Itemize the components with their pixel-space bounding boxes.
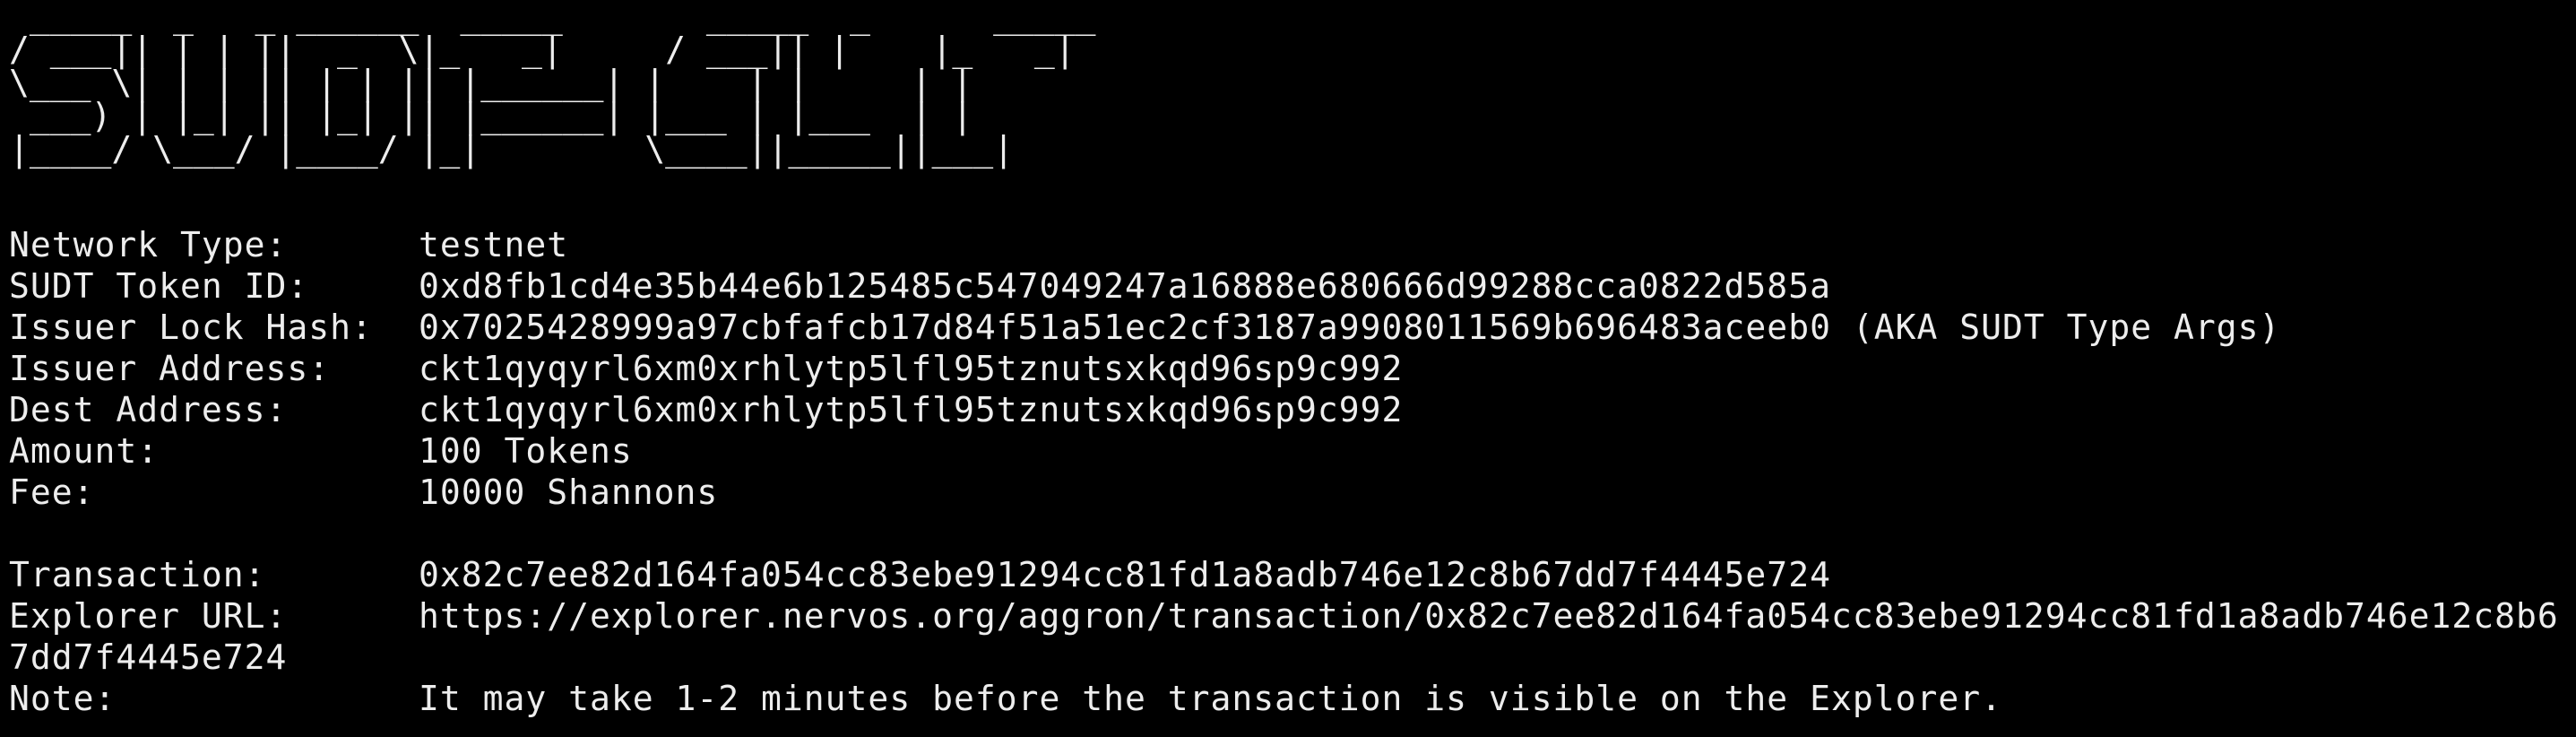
dest-address-value: ckt1qyqyrl6xm0xrhlytp5lfl95tznutsxkqd96s… bbox=[419, 390, 1404, 429]
transaction-hash-value[interactable]: 0x82c7ee82d164fa054cc83ebe91294cc81fd1a8… bbox=[419, 554, 2576, 595]
transaction-row: Transaction: 0x82c7ee82d164fa054cc83ebe9… bbox=[9, 554, 2576, 595]
fee-label: Fee: bbox=[9, 473, 95, 512]
issuer-address-label: Issuer Address: bbox=[9, 349, 331, 388]
network-type-row: Network Type: testnet bbox=[9, 224, 2576, 265]
explorer-url-link[interactable]: https://explorer.nervos.org/aggron/trans… bbox=[419, 595, 2576, 637]
sudt-token-id-row: SUDT Token ID: 0xd8fb1cd4e35b44e6b125485… bbox=[9, 265, 2576, 307]
note-label: Note: bbox=[9, 679, 117, 718]
explorer-url-continuation[interactable]: 7dd7f4445e724 bbox=[9, 637, 2576, 678]
note-value: It may take 1-2 minutes before the trans… bbox=[419, 679, 2002, 718]
transaction-label: Transaction: bbox=[9, 555, 266, 594]
issuer-lock-hash-value: 0x7025428999a97cbfafcb17d84f51a51ec2cf31… bbox=[419, 308, 2281, 347]
note-row: Note: It may take 1-2 minutes before the… bbox=[9, 678, 2576, 719]
explorer-url-label: Explorer URL: bbox=[9, 596, 288, 636]
sudt-cli-ascii-banner: _____ _ _ ______ _____ _____ _ _____ / _… bbox=[9, 0, 1096, 169]
amount-row: Amount: 100 Tokens bbox=[9, 430, 2576, 472]
amount-value: 100 Tokens bbox=[419, 431, 633, 471]
network-type-label: Network Type: bbox=[9, 225, 288, 264]
issuer-address-row: Issuer Address: ckt1qyqyrl6xm0xrhlytp5lf… bbox=[9, 348, 2576, 389]
issuer-address-value: ckt1qyqyrl6xm0xrhlytp5lfl95tznutsxkqd96s… bbox=[419, 349, 1404, 388]
amount-label: Amount: bbox=[9, 431, 160, 471]
transaction-summary: Network Type: testnet SUDT Token ID: 0xd… bbox=[9, 224, 2576, 719]
explorer-url-row: Explorer URL: https://explorer.nervos.or… bbox=[9, 595, 2576, 637]
terminal-window: _____ _ _ ______ _____ _____ _ _____ / _… bbox=[9, 0, 2572, 737]
issuer-lock-hash-label: Issuer Lock Hash: bbox=[9, 308, 373, 347]
sudt-token-id-label: SUDT Token ID: bbox=[9, 266, 309, 306]
sudt-token-id-value: 0xd8fb1cd4e35b44e6b125485c547049247a1688… bbox=[419, 266, 1831, 306]
dest-address-label: Dest Address: bbox=[9, 390, 288, 429]
dest-address-row: Dest Address: ckt1qyqyrl6xm0xrhlytp5lfl9… bbox=[9, 389, 2576, 430]
fee-value: 10000 Shannons bbox=[419, 473, 719, 512]
network-type-value: testnet bbox=[419, 225, 569, 264]
fee-row: Fee: 10000 Shannons bbox=[9, 472, 2576, 513]
issuer-lock-hash-row: Issuer Lock Hash: 0x7025428999a97cbfafcb… bbox=[9, 307, 2576, 348]
